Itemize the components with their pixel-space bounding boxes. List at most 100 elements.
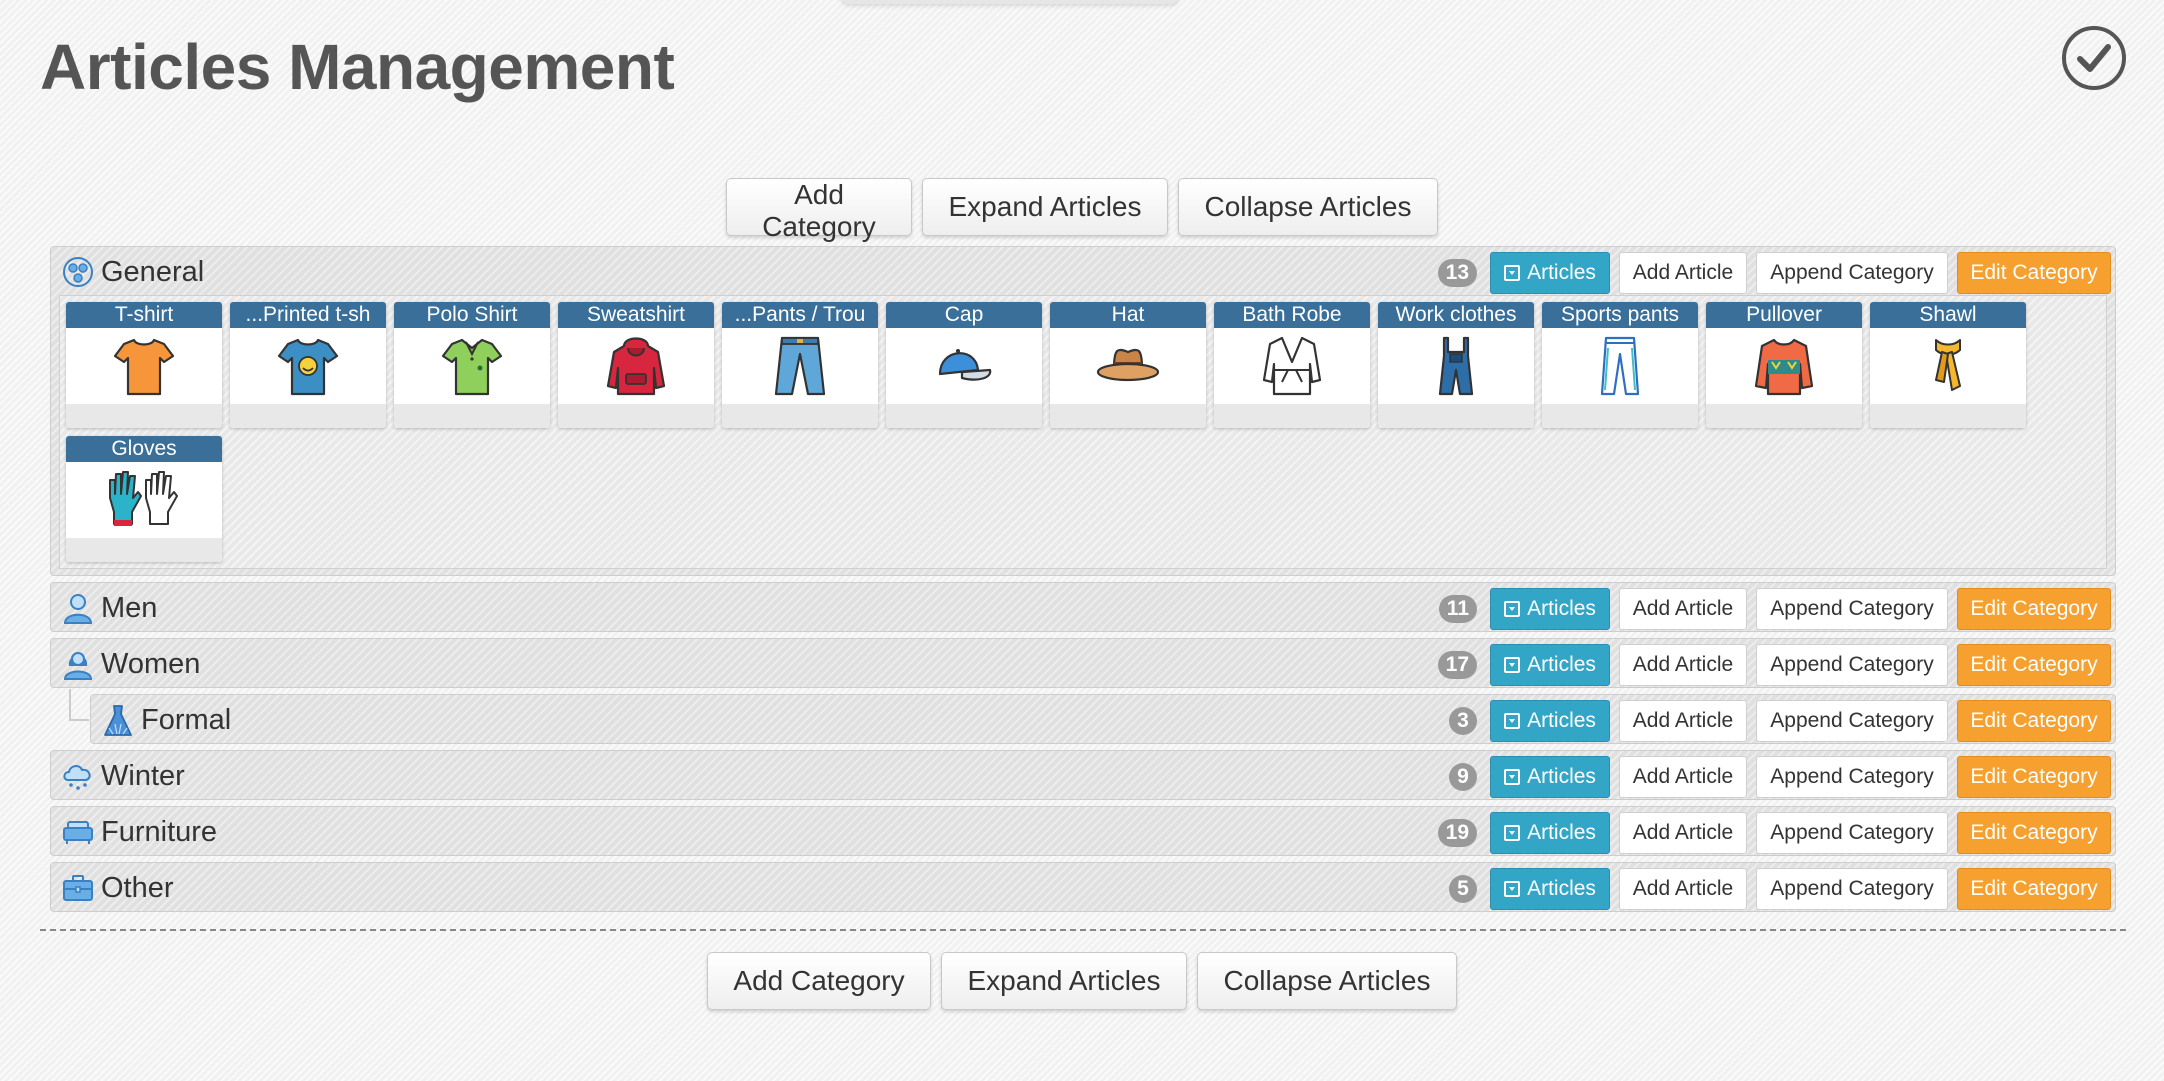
caret-down-icon [1504,265,1521,281]
bathrobe-icon [1262,336,1322,396]
append-category-button[interactable]: Append Category [1756,812,1948,854]
article-card[interactable]: Sports pants [1542,302,1698,428]
article-name: Bath Robe [1214,302,1370,328]
article-card[interactable]: Hat [1050,302,1206,428]
edit-category-button[interactable]: Edit Category [1957,588,2111,630]
add-article-button[interactable]: Add Article [1619,644,1747,686]
add-article-button[interactable]: Add Article [1619,756,1747,798]
caret-down-icon [1504,657,1521,673]
category-name: Winter [101,759,185,792]
article-card[interactable]: Polo Shirt [394,302,550,428]
tshirt-icon [113,338,175,396]
add-article-button[interactable]: Add Article [1619,252,1747,294]
article-count-badge: 13 [1437,259,1477,287]
edit-category-button[interactable]: Edit Category [1957,252,2111,294]
collapse-articles-button[interactable]: Collapse Articles [1178,178,1438,236]
article-card[interactable]: Gloves [66,436,222,562]
article-card[interactable]: Work clothes [1378,302,1534,428]
collapse-articles-button[interactable]: Collapse Articles [1197,952,1457,1010]
expand-articles-button[interactable]: Expand Articles [922,178,1168,236]
caret-down-icon [1504,769,1521,785]
article-count-badge: 5 [1449,875,1477,903]
append-category-button[interactable]: Append Category [1756,644,1948,686]
article-card[interactable]: T-shirt [66,302,222,428]
article-count-badge: 17 [1437,651,1477,679]
articles-toggle-button[interactable]: Articles [1490,644,1610,686]
category-row-formal: Formal 3 Articles Add Article Append Cat… [69,689,2116,744]
article-card[interactable]: Shawl [1870,302,2026,428]
articles-toggle-button[interactable]: Articles [1490,868,1610,910]
article-name: T-shirt [66,302,222,328]
article-card[interactable]: Bath Robe [1214,302,1370,428]
articles-label: Articles [1527,821,1596,844]
caret-down-icon [1504,825,1521,841]
article-card[interactable]: Pullover [1706,302,1862,428]
edit-category-button[interactable]: Edit Category [1957,812,2111,854]
article-card[interactable]: Sweatshirt [558,302,714,428]
add-article-button[interactable]: Add Article [1619,812,1747,854]
articles-label: Articles [1527,261,1596,284]
articles-label: Articles [1527,877,1596,900]
edit-category-button[interactable]: Edit Category [1957,644,2111,686]
article-count-badge: 11 [1438,595,1477,623]
articles-toggle-button[interactable]: Articles [1490,588,1610,630]
add-article-button[interactable]: Add Article [1619,700,1747,742]
article-count-badge: 19 [1437,819,1477,847]
category-row-general: General 13 Articles Add Article Append C… [50,246,2116,576]
add-category-button[interactable]: Add Category [707,952,931,1010]
page-title: Articles Management [40,31,675,103]
sports-pants-icon [1600,336,1640,396]
append-category-button[interactable]: Append Category [1756,756,1948,798]
append-category-button[interactable]: Append Category [1756,868,1948,910]
overalls-icon [1438,336,1474,396]
category-list: General 13 Articles Add Article Append C… [50,246,2116,918]
bottom-toolbar: Add Category Expand Articles Collapse Ar… [0,952,2164,1010]
edit-category-button[interactable]: Edit Category [1957,700,2111,742]
expand-articles-button[interactable]: Expand Articles [941,952,1187,1010]
add-article-button[interactable]: Add Article [1619,588,1747,630]
section-divider [40,929,2126,931]
top-pull-tab [840,0,1180,4]
article-name: ...Pants / Trou [722,302,878,328]
edit-category-button[interactable]: Edit Category [1957,756,2111,798]
pullover-icon [1754,338,1814,396]
append-category-button[interactable]: Append Category [1756,252,1948,294]
article-card[interactable]: Cap [886,302,1042,428]
sofa-icon [61,815,95,849]
checkmark-icon [2077,44,2111,72]
article-card[interactable]: ...Pants / Trou [722,302,878,428]
category-row-women: Women 17 Articles Add Article Append Cat… [50,638,2116,688]
append-category-button[interactable]: Append Category [1756,700,1948,742]
append-category-button[interactable]: Append Category [1756,588,1948,630]
briefcase-icon [61,871,95,905]
cap-icon [938,349,992,381]
gloves-icon [109,471,178,526]
add-category-button[interactable]: Add Category [726,178,912,242]
caret-down-icon [1504,713,1521,729]
category-name: General [101,255,205,288]
articles-toggle-button[interactable]: Articles [1490,812,1610,854]
articles-toggle-button[interactable]: Articles [1490,756,1610,798]
article-count-badge: 3 [1449,707,1477,735]
done-button[interactable] [2062,26,2126,90]
category-row-furniture: Furniture 19 Articles Add Article Append… [50,806,2116,856]
articles-label: Articles [1527,597,1596,620]
add-article-button[interactable]: Add Article [1619,868,1747,910]
article-count-badge: 9 [1449,763,1477,791]
articles-toggle-button[interactable]: Articles [1490,252,1610,294]
article-name: Shawl [1870,302,2026,328]
category-row-winter: Winter 9 Articles Add Article Append Cat… [50,750,2116,800]
polo-shirt-icon [441,338,503,396]
category-row-other: Other 5 Articles Add Article Append Cate… [50,862,2116,912]
article-name: Sports pants [1542,302,1698,328]
tree-connector [69,689,89,721]
caret-down-icon [1504,601,1521,617]
articles-toggle-button[interactable]: Articles [1490,700,1610,742]
man-icon [61,591,95,625]
category-name: Formal [141,703,232,736]
article-name: ...Printed t-sh [230,302,386,328]
article-card[interactable]: ...Printed t-sh [230,302,386,428]
general-icon [61,255,95,289]
edit-category-button[interactable]: Edit Category [1957,868,2111,910]
dress-icon [101,703,135,737]
